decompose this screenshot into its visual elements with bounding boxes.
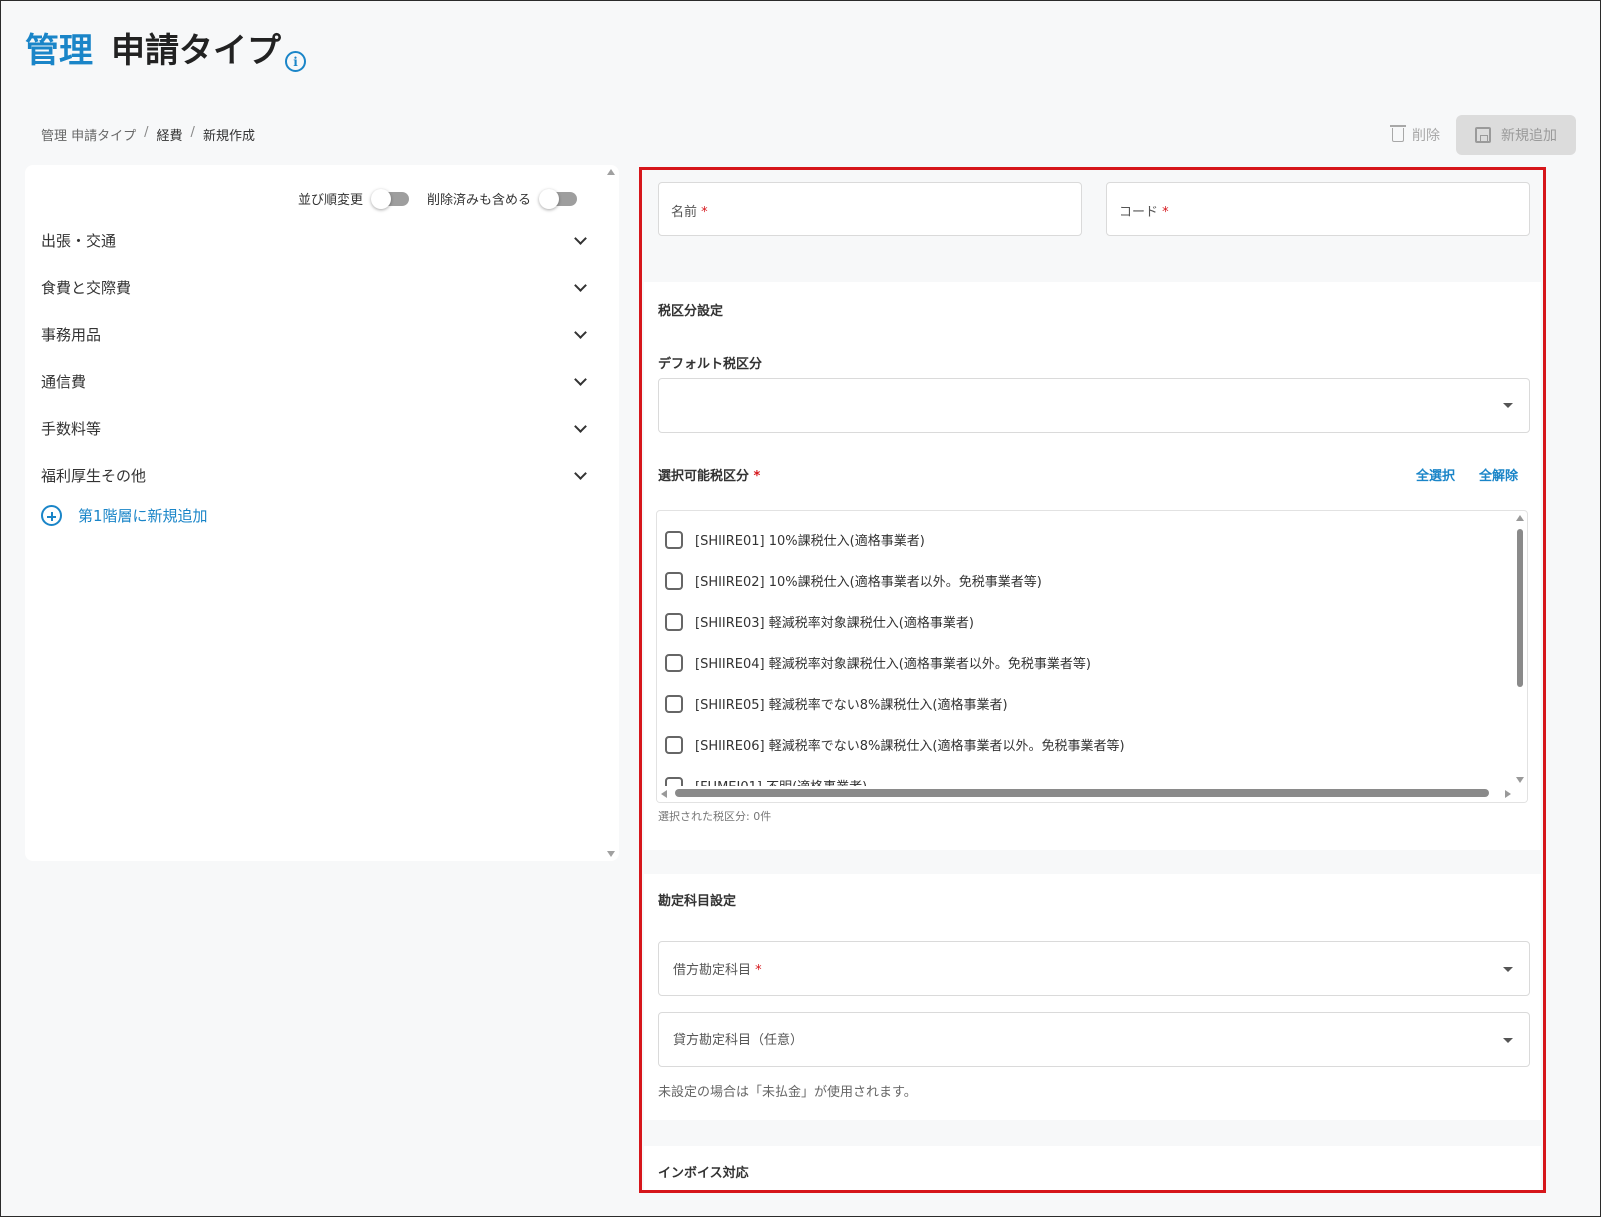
breadcrumb-item-expense[interactable]: 経費 bbox=[157, 125, 183, 144]
category-item[interactable]: 手数料等 bbox=[41, 405, 589, 452]
code-field-label: コード * bbox=[1119, 205, 1169, 220]
delete-button-label: 削除 bbox=[1412, 128, 1440, 144]
dropdown-arrow-icon bbox=[1503, 403, 1513, 408]
category-list: 出張・交通 食費と交際費 事務用品 通信費 手数料等 福利厚生その他 第1階層に… bbox=[41, 217, 589, 526]
name-field[interactable]: 名前 * bbox=[658, 182, 1082, 236]
tax-options-list: [SHIIRE01] 10%課税仕入(適格事業者) [SHIIRE02] 10%… bbox=[656, 510, 1528, 803]
chevron-down-icon[interactable] bbox=[574, 278, 587, 292]
chevron-down-icon[interactable] bbox=[574, 325, 587, 339]
credit-account-label: 貸方勘定科目（任意） bbox=[673, 1033, 804, 1048]
tax-option-label: [SHIIRE02] 10%課税仕入(適格事業者以外。免税事業者等) bbox=[695, 575, 1042, 590]
scroll-right-arrow-icon[interactable] bbox=[1505, 790, 1511, 798]
top-actions: 削除 新規追加 bbox=[1390, 115, 1576, 155]
category-label: 事務用品 bbox=[41, 326, 102, 344]
checkbox[interactable] bbox=[665, 571, 683, 590]
category-tree-panel: 並び順変更 削除済みも含める 出張・交通 食費と交際費 事務用品 通信費 手数料… bbox=[25, 165, 619, 861]
category-item[interactable]: 通信費 bbox=[41, 358, 589, 405]
checkbox[interactable] bbox=[665, 653, 683, 672]
page-title: 管理 申請タイプ i bbox=[25, 23, 306, 72]
tax-option[interactable]: [SHIIRE04] 軽減税率対象課税仕入(適格事業者以外。免税事業者等) bbox=[665, 653, 1091, 672]
tax-option-label: [SHIIRE04] 軽減税率対象課税仕入(適格事業者以外。免税事業者等) bbox=[695, 657, 1091, 672]
dropdown-arrow-icon bbox=[1503, 967, 1513, 972]
breadcrumb-separator: / bbox=[144, 125, 149, 140]
include-deleted-switch[interactable] bbox=[539, 188, 577, 209]
default-tax-label: デフォルト税区分 bbox=[658, 357, 763, 372]
scroll-up-arrow-icon[interactable] bbox=[607, 169, 615, 175]
tax-option-label: [SHIIRE05] 軽減税率でない8%課税仕入(適格事業者) bbox=[695, 698, 1008, 713]
tax-option-label: [SHIIRE06] 軽減税率でない8%課税仕入(適格事業者以外。免税事業者等) bbox=[695, 739, 1125, 754]
add-new-button-label: 新規追加 bbox=[1501, 128, 1557, 144]
page-title-accent: 管理 bbox=[25, 31, 93, 71]
sort-switch[interactable] bbox=[370, 188, 409, 209]
tax-option[interactable]: [SHIIRE05] 軽減税率でない8%課税仕入(適格事業者) bbox=[665, 694, 1008, 713]
scroll-down-arrow-icon[interactable] bbox=[607, 851, 615, 857]
invoice-section-title: インボイス対応 bbox=[658, 1166, 749, 1181]
trash-icon bbox=[1390, 125, 1406, 142]
tax-option-label: [SHIIRE03] 軽減税率対象課税仕入(適格事業者) bbox=[695, 616, 974, 631]
save-icon bbox=[1475, 127, 1491, 143]
default-tax-select[interactable] bbox=[658, 378, 1530, 433]
edit-form-panel: 名前 * コード * 税区分設定 デフォルト税区分 選択可能税区分 * 全選択 … bbox=[639, 167, 1546, 1193]
tax-section-title: 税区分設定 bbox=[658, 304, 724, 319]
category-label: 出張・交通 bbox=[41, 232, 117, 250]
scroll-left-arrow-icon[interactable] bbox=[661, 790, 667, 798]
category-label: 食費と交際費 bbox=[41, 279, 132, 297]
scroll-down-arrow-icon[interactable] bbox=[1516, 777, 1524, 783]
debit-account-label: 借方勘定科目 * bbox=[673, 963, 762, 978]
add-first-level-label: 第1階層に新規追加 bbox=[78, 507, 208, 525]
category-item[interactable]: 食費と交際費 bbox=[41, 264, 589, 311]
credit-account-select[interactable]: 貸方勘定科目（任意） bbox=[658, 1012, 1530, 1067]
include-deleted-toggle-label: 削除済みも含める bbox=[426, 193, 531, 208]
vertical-scrollbar-thumb[interactable] bbox=[1517, 529, 1523, 687]
chevron-down-icon[interactable] bbox=[574, 419, 587, 433]
horizontal-scrollbar-thumb[interactable] bbox=[675, 789, 1489, 797]
add-new-button[interactable]: 新規追加 bbox=[1456, 115, 1576, 155]
checkbox[interactable] bbox=[665, 612, 683, 631]
category-item[interactable]: 福利厚生その他 bbox=[41, 452, 589, 499]
add-first-level-button[interactable]: 第1階層に新規追加 bbox=[41, 505, 589, 526]
name-field-label: 名前 * bbox=[671, 205, 708, 220]
debit-account-select[interactable]: 借方勘定科目 * bbox=[658, 941, 1530, 996]
deselect-all-button[interactable]: 全解除 bbox=[1479, 465, 1518, 484]
chevron-down-icon[interactable] bbox=[574, 466, 587, 480]
scroll-up-arrow-icon[interactable] bbox=[1516, 515, 1524, 521]
tax-option[interactable]: [SHIIRE03] 軽減税率対象課税仕入(適格事業者) bbox=[665, 612, 974, 631]
tax-option[interactable]: [SHIIRE06] 軽減税率でない8%課税仕入(適格事業者以外。免税事業者等) bbox=[665, 735, 1125, 754]
info-icon[interactable]: i bbox=[285, 51, 306, 72]
category-item[interactable]: 事務用品 bbox=[41, 311, 589, 358]
account-section-title: 勘定科目設定 bbox=[658, 894, 737, 909]
tax-option[interactable]: [SHIIRE02] 10%課税仕入(適格事業者以外。免税事業者等) bbox=[665, 571, 1042, 590]
breadcrumb-item-new: 新規作成 bbox=[202, 129, 255, 144]
tax-option-label: [SHIIRE01] 10%課税仕入(適格事業者) bbox=[695, 534, 925, 549]
select-all-button[interactable]: 全選択 bbox=[1416, 465, 1455, 484]
checkbox[interactable] bbox=[665, 735, 683, 754]
category-label: 通信費 bbox=[41, 373, 87, 391]
breadcrumb-separator: / bbox=[190, 125, 195, 140]
tree-toggles: 並び順変更 削除済みも含める bbox=[297, 188, 577, 209]
category-item[interactable]: 出張・交通 bbox=[41, 217, 589, 264]
tax-option[interactable]: [SHIIRE01] 10%課税仕入(適格事業者) bbox=[665, 530, 925, 549]
invoice-settings-card bbox=[644, 1146, 1541, 1190]
dropdown-arrow-icon bbox=[1503, 1038, 1513, 1043]
plus-circle-icon bbox=[41, 505, 62, 526]
page-title-main: 申請タイプ bbox=[111, 31, 281, 71]
delete-button[interactable]: 削除 bbox=[1390, 125, 1440, 145]
selected-tax-count: 選択された税区分: 0件 bbox=[658, 810, 772, 823]
breadcrumb: 管理 申請タイプ / 経費 / 新規作成 bbox=[41, 125, 255, 144]
code-field[interactable]: コード * bbox=[1106, 182, 1530, 236]
sort-toggle-label: 並び順変更 bbox=[297, 193, 363, 208]
checkbox[interactable] bbox=[665, 694, 683, 713]
include-deleted-toggle[interactable]: 削除済みも含める bbox=[426, 188, 577, 209]
category-label: 手数料等 bbox=[41, 420, 102, 438]
selectable-tax-label: 選択可能税区分 * bbox=[658, 469, 761, 484]
category-label: 福利厚生その他 bbox=[41, 467, 147, 485]
chevron-down-icon[interactable] bbox=[574, 231, 587, 245]
checkbox[interactable] bbox=[665, 530, 683, 549]
sort-toggle[interactable]: 並び順変更 bbox=[297, 188, 409, 209]
breadcrumb-item-admin[interactable]: 管理 申請タイプ bbox=[41, 125, 136, 144]
credit-account-helper: 未設定の場合は「未払金」が使用されます。 bbox=[658, 1085, 917, 1100]
chevron-down-icon[interactable] bbox=[574, 372, 587, 386]
